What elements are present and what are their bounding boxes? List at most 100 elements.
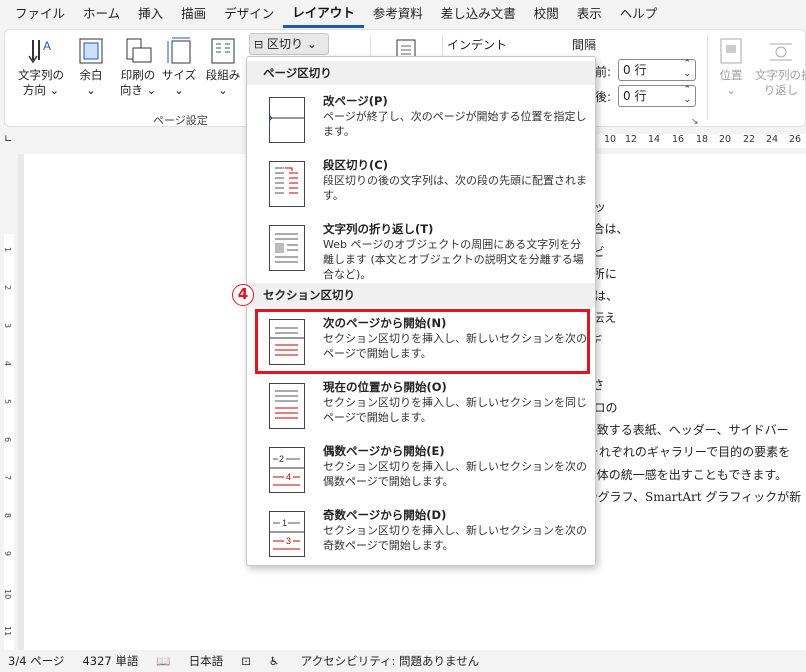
menu-bar: ファイル ホーム 挿入 描画 デザイン レイアウト 参考資料 差し込み文書 校閲… bbox=[0, 0, 806, 28]
menu-item-desc: セクション区切りを挿入し、新しいセクションを同じページで開始します。 bbox=[323, 396, 587, 424]
ruler-number: 16 bbox=[672, 134, 685, 145]
space-after-value: 0 行 bbox=[623, 89, 647, 103]
text-wrapping-break-icon bbox=[269, 225, 305, 271]
menu-item-page-break[interactable]: 改ページ(P) ページが終了し、次のページが開始する位置を指定します。 bbox=[251, 89, 593, 149]
ruler-number: 5 bbox=[3, 399, 12, 405]
menu-item-even-page[interactable]: 2 4 偶数ページから開始(E) セクション区切りを挿入し、新しいセクションを次… bbox=[251, 439, 593, 499]
menu-item-column-break[interactable]: 段区切り(C) 段区切りの後の文字列は、次の段の先頭に配置されます。 bbox=[251, 153, 593, 213]
tab-mailings[interactable]: 差し込み文書 bbox=[432, 0, 525, 28]
menu-item-text-wrapping-break[interactable]: 文字列の折り返し(T) Web ページのオブジェクトの周囲にある文字列を分離しま… bbox=[251, 217, 593, 281]
page-breaks-header: ページ区切り bbox=[247, 61, 595, 85]
position-icon bbox=[716, 36, 746, 66]
odd-page-section-icon: 1 3 bbox=[269, 511, 305, 557]
text-direction-button[interactable]: A 文字列の 方向 ⌄ bbox=[13, 36, 69, 98]
even-page-section-icon: 2 4 bbox=[269, 447, 305, 493]
size-icon bbox=[164, 36, 194, 66]
accessibility-text: アクセシビリティ: 問題ありません bbox=[300, 654, 480, 668]
wrap-label-1: 文字列の折 bbox=[755, 68, 806, 82]
ruler-number: 9 bbox=[3, 551, 12, 557]
svg-text:A: A bbox=[43, 39, 51, 53]
tab-insert[interactable]: 挿入 bbox=[129, 0, 172, 28]
menu-item-title: 段区切り(C) bbox=[323, 158, 388, 172]
space-before-input[interactable]: 0 行 ⌃ ⌄ bbox=[618, 59, 696, 81]
highlight-box bbox=[255, 309, 590, 374]
ruler-number: 10 bbox=[3, 589, 12, 600]
text-direction-label-2: 方向 ⌄ bbox=[22, 83, 60, 97]
language-indicator[interactable]: 日本語 bbox=[189, 653, 224, 669]
menu-item-odd-page[interactable]: 1 3 奇数ページから開始(D) セクション区切りを挿入し、新しいセクションを次… bbox=[251, 503, 593, 563]
breaks-label: 区切り ⌄ bbox=[267, 37, 317, 51]
svg-text:2: 2 bbox=[279, 454, 284, 464]
tab-layout[interactable]: レイアウト bbox=[283, 0, 364, 28]
orientation-icon bbox=[123, 36, 153, 66]
orientation-button[interactable]: 印刷の 向き ⌄ bbox=[113, 36, 163, 98]
menu-item-desc: ページが終了し、次のページが開始する位置を指定します。 bbox=[323, 110, 587, 138]
position-chevron: ⌄ bbox=[726, 83, 736, 97]
size-button[interactable]: サイズ ⌄ bbox=[159, 36, 199, 98]
step-number-badge: 4 bbox=[232, 284, 254, 306]
word-count[interactable]: 4327 単語 bbox=[82, 653, 138, 669]
columns-button[interactable]: 段組み ⌄ bbox=[201, 36, 245, 98]
menu-item-desc: セクション区切りを挿入し、新しいセクションを次の偶数ページで開始します。 bbox=[323, 460, 587, 488]
columns-label: 段組み bbox=[205, 68, 241, 82]
ruler-number: 8 bbox=[3, 513, 12, 519]
page-break-icon bbox=[269, 97, 305, 143]
columns-chevron: ⌄ bbox=[218, 83, 228, 97]
page-count[interactable]: 3/4 ページ bbox=[8, 653, 64, 669]
proofing-icon[interactable]: 📖 bbox=[156, 654, 170, 668]
section-breaks-header: セクション区切り bbox=[247, 283, 595, 307]
vertical-ruler[interactable]: 1 2 3 4 5 6 7 8 9 10 11 bbox=[0, 154, 18, 650]
page-setup-group-label: ページ設定 bbox=[153, 114, 208, 127]
tab-file[interactable]: ファイル bbox=[6, 0, 74, 28]
text-direction-label-1: 文字列の bbox=[18, 68, 64, 82]
svg-text:4: 4 bbox=[286, 472, 291, 482]
ruler-number: 18 bbox=[696, 134, 709, 145]
tab-draw[interactable]: 描画 bbox=[172, 0, 215, 28]
ruler-number: 22 bbox=[743, 134, 756, 145]
accessibility-icon: ♿ bbox=[268, 654, 280, 668]
margins-chevron: ⌄ bbox=[86, 83, 96, 97]
tab-references[interactable]: 参考資料 bbox=[364, 0, 432, 28]
ruler-number: 2 bbox=[3, 285, 12, 291]
wrap-text-button[interactable]: 文字列の折 り返し bbox=[755, 36, 806, 98]
wrap-text-icon bbox=[766, 36, 796, 66]
svg-text:1: 1 bbox=[282, 518, 287, 528]
tab-selector-icon[interactable]: ∟ bbox=[4, 134, 12, 145]
macro-icon[interactable]: ⊡ bbox=[241, 654, 251, 668]
position-label: 位置 bbox=[719, 68, 743, 82]
space-after-input[interactable]: 0 行 ⌃ ⌄ bbox=[618, 85, 696, 107]
orientation-label-2: 向き ⌄ bbox=[119, 83, 157, 97]
ruler-number: 6 bbox=[3, 437, 12, 443]
indent-label: インデント bbox=[447, 38, 508, 52]
breaks-button[interactable]: ⊟ 区切り ⌄ bbox=[249, 33, 329, 55]
accessibility-status[interactable]: ♿ アクセシビリティ: 問題ありません bbox=[269, 653, 497, 669]
wrap-label-2: り返し bbox=[763, 83, 799, 97]
margins-button[interactable]: 余白 ⌄ bbox=[71, 36, 111, 98]
status-bar: 3/4 ページ 4327 単語 📖 日本語 ⊡ ♿ アクセシビリティ: 問題あり… bbox=[0, 650, 806, 672]
ruler-number: 1 bbox=[3, 247, 12, 253]
tab-view[interactable]: 表示 bbox=[568, 0, 611, 28]
text-direction-icon: A bbox=[26, 36, 56, 66]
breaks-icon: ⊟ bbox=[254, 38, 264, 51]
ruler-number: 3 bbox=[3, 323, 12, 329]
ruler-number: 11 bbox=[3, 626, 12, 637]
spin-arrows-icon[interactable]: ⌃ ⌄ bbox=[683, 85, 691, 105]
menu-item-desc: セクション区切りを挿入し、新しいセクションを次の奇数ページで開始します。 bbox=[323, 524, 587, 552]
spin-arrows-icon[interactable]: ⌃ ⌄ bbox=[683, 59, 691, 79]
ruler-number: 7 bbox=[3, 475, 12, 481]
spacing-label: 間隔 bbox=[572, 38, 597, 52]
tab-help[interactable]: ヘルプ bbox=[611, 0, 667, 28]
tab-home[interactable]: ホーム bbox=[74, 0, 129, 28]
menu-item-desc: 段区切りの後の文字列は、次の段の先頭に配置されます。 bbox=[323, 174, 587, 202]
dialog-launcher-icon[interactable]: ↘ bbox=[691, 117, 699, 127]
ruler-number: 24 bbox=[766, 134, 779, 145]
tab-review[interactable]: 校閲 bbox=[525, 0, 568, 28]
ruler-number: 12 bbox=[625, 134, 638, 145]
ruler-number: 14 bbox=[648, 134, 661, 145]
menu-item-continuous[interactable]: 現在の位置から開始(O) セクション区切りを挿入し、新しいセクションを同じページ… bbox=[251, 375, 593, 435]
tab-design[interactable]: デザイン bbox=[215, 0, 283, 28]
position-button[interactable]: 位置 ⌄ bbox=[711, 36, 751, 98]
space-before-label: 前: bbox=[595, 65, 612, 79]
size-label: サイズ bbox=[161, 68, 197, 82]
size-chevron: ⌄ bbox=[174, 83, 184, 97]
